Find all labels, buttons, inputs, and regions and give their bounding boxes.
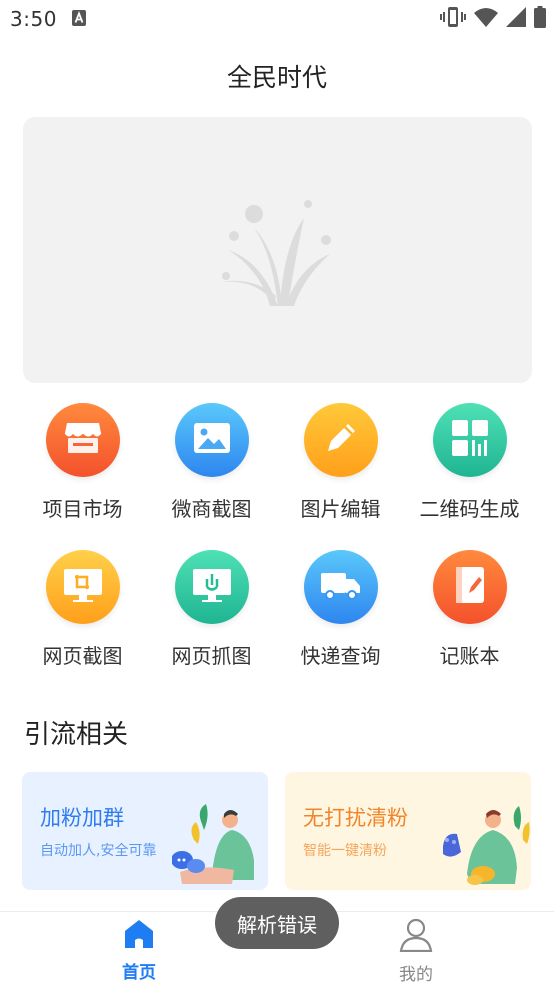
card-clean-fans[interactable]: 无打扰清粉 智能一键清粉 xyxy=(285,772,531,890)
home-icon xyxy=(122,918,156,954)
section-title: 引流相关 xyxy=(24,720,129,750)
pencil-icon xyxy=(322,419,360,461)
tab-mine[interactable]: 我的 xyxy=(361,918,471,984)
grid-label: 图片编辑 xyxy=(300,497,381,521)
grid-item-image-edit[interactable]: 图片编辑 xyxy=(276,403,405,522)
card-add-fans[interactable]: 加粉加群 自动加人,安全可靠 xyxy=(22,772,268,890)
cleaning-illustration xyxy=(431,796,531,890)
toast-message: 解析错误 xyxy=(215,897,339,949)
grid-label: 快递查询 xyxy=(300,644,381,668)
wifi-icon xyxy=(474,7,498,31)
grid-label: 二维码生成 xyxy=(419,497,520,521)
store-icon xyxy=(63,421,103,459)
function-grid: 项目市场 微商截图 图片编辑 二维码生成 网页截图 网页抓图 快递查询 记账本 xyxy=(18,403,534,669)
card-subtitle: 自动加人,安全可靠 xyxy=(40,843,157,859)
grid-label: 微商截图 xyxy=(171,497,252,521)
tab-home-label: 首页 xyxy=(122,963,156,983)
grid-item-express-query[interactable]: 快递查询 xyxy=(276,550,405,669)
user-icon xyxy=(399,918,433,956)
placeholder-logo-icon xyxy=(208,178,348,322)
vibrate-icon xyxy=(440,6,466,32)
grid-item-webpage-capture[interactable]: 网页抓图 xyxy=(147,550,276,669)
card-title: 加粉加群 xyxy=(40,806,124,830)
monitor-icon xyxy=(192,567,232,607)
qrcode-icon xyxy=(451,419,489,461)
chat-illustration xyxy=(171,800,268,890)
grid-label: 网页抓图 xyxy=(171,644,252,668)
signal-icon xyxy=(506,7,526,31)
notebook-icon xyxy=(453,566,487,608)
grid-item-account-book[interactable]: 记账本 xyxy=(405,550,534,669)
status-time: 3:50 xyxy=(10,7,57,31)
banner-placeholder[interactable] xyxy=(23,117,532,383)
grid-label: 网页截图 xyxy=(42,644,123,668)
notification-a-icon xyxy=(72,10,86,30)
card-subtitle: 智能一键清粉 xyxy=(303,843,387,859)
grid-label: 记账本 xyxy=(439,644,500,668)
grid-label: 项目市场 xyxy=(42,497,123,521)
status-bar: 3:50 xyxy=(0,0,554,38)
grid-item-webpage-screenshot[interactable]: 网页截图 xyxy=(18,550,147,669)
battery-icon xyxy=(534,6,546,32)
grid-item-project-market[interactable]: 项目市场 xyxy=(18,403,147,522)
grid-item-qrcode-generate[interactable]: 二维码生成 xyxy=(405,403,534,522)
crop-icon xyxy=(63,567,103,607)
page-title: 全民时代 xyxy=(226,63,327,92)
tab-home[interactable]: 首页 xyxy=(84,918,194,983)
grid-item-wechat-screenshot[interactable]: 微商截图 xyxy=(147,403,276,522)
truck-icon xyxy=(320,569,362,605)
card-title: 无打扰清粉 xyxy=(303,806,408,830)
tab-mine-label: 我的 xyxy=(399,965,433,984)
image-icon xyxy=(193,422,231,458)
